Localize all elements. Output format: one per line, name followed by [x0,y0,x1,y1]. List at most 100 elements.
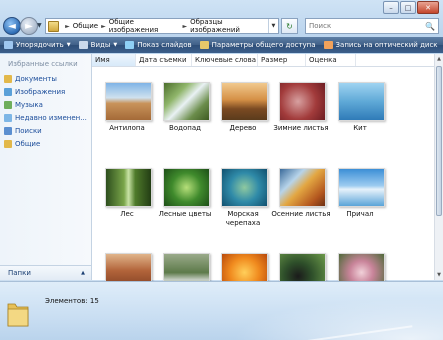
breadcrumb-separator: ► [182,22,188,30]
details-pane: Элементов: 15 [0,281,443,340]
column-header[interactable]: Дата съемки [136,54,192,66]
image-caption: Антилопа [109,124,145,132]
forward-button[interactable]: ► [20,17,38,35]
toolbar-button-label: Запись на оптический диск [335,41,438,49]
explorer-window: – □ ✕ ◄ ► ▼ ► Общие ► Общие изображения … [0,0,443,340]
toolbar-button[interactable]: Запись на оптический диск [320,37,442,53]
image-thumbnail[interactable] [163,82,210,121]
image-item[interactable]: Кит [331,82,387,142]
image-item[interactable]: Дерево [214,82,270,142]
favorite-link[interactable]: Музыка [4,98,87,111]
address-row: ◄ ► ▼ ► Общие ► Общие изображения ► Обра… [0,15,443,37]
image-item[interactable]: Антилопа [98,82,154,142]
maximize-button[interactable]: □ [400,1,416,14]
image-item[interactable]: Морская черепаха [214,168,270,228]
column-header[interactable]: Размер [258,54,306,66]
navigation-pane: Избранные ссылки Документы Изображения Муз… [0,54,92,280]
link-icon [4,100,12,109]
back-button[interactable]: ◄ [3,17,21,35]
image-thumbnail[interactable] [221,82,268,121]
favorite-link-label: Недавно изменен... [15,113,87,122]
organize-icon [4,41,13,49]
folders-bar[interactable]: Папки ▲ [0,265,91,280]
link-icon [4,139,12,148]
image-thumbnail[interactable] [279,168,326,207]
favorite-link[interactable]: Изображения [4,85,87,98]
image-caption: Осенние листья [271,210,331,218]
image-thumbnail[interactable] [105,82,152,121]
favorite-link[interactable]: Недавно изменен... [4,111,87,124]
recent-pages-dropdown[interactable]: ▼ [37,22,42,29]
vertical-scrollbar[interactable]: ▲ ▼ [434,54,443,280]
folder-icon [48,20,60,32]
address-bar[interactable]: ► Общие ► Общие изображения ► Образцы из… [45,18,279,34]
minimize-button[interactable]: – [383,1,399,14]
refresh-icon[interactable]: ↻ [281,18,298,34]
image-thumbnail[interactable] [221,168,268,207]
image-caption: Причал [346,210,374,218]
toolbar-button-label: Показ слайдов [137,41,192,49]
image-item[interactable]: Зимние листья [272,82,329,142]
search-icon[interactable]: 🔍 [423,19,437,33]
image-caption: Зимние листья [273,124,329,132]
link-icon [4,74,12,83]
command-toolbar: Упорядочить ▼ Виды ▼ Показ слайдов Параметры … [0,37,443,53]
chevron-up-icon: ▲ [81,270,85,276]
column-headers: Имя Дата съемки Ключевые слова Размер Оценка [92,54,435,67]
image-thumbnail[interactable] [105,168,152,207]
chevron-down-icon: ▼ [113,42,118,48]
window-controls: – □ ✕ [383,1,439,14]
file-view: Имя Дата съемки Ключевые слова Размер Оценка… [92,54,435,292]
image-item[interactable]: Лесные цветы [156,168,212,228]
toolbar-button[interactable]: Упорядочить ▼ [0,37,75,53]
column-header[interactable]: Имя [92,54,136,66]
burn-icon [323,41,333,49]
scroll-down-arrow[interactable]: ▼ [435,270,443,280]
breadcrumb-item[interactable]: Образцы изображений [190,18,268,34]
favorite-link[interactable]: Общие [4,137,87,150]
image-caption: Водопад [169,124,201,132]
breadcrumb-item[interactable]: Общие [73,22,98,30]
link-icon [4,113,12,122]
image-item[interactable]: Причал [331,168,387,228]
views-icon [78,41,88,49]
close-button[interactable]: ✕ [417,1,439,14]
toolbar-button-label: Параметры общего доступа [211,41,316,49]
image-thumbnail[interactable] [338,168,385,207]
search-input[interactable] [306,21,423,31]
image-item[interactable]: Лес [98,168,154,228]
image-thumbnail[interactable] [279,82,326,121]
item-count: Элементов: 15 [45,297,99,305]
favorite-link-label: Общие [15,139,41,148]
image-thumbnail[interactable] [338,82,385,121]
image-item[interactable]: Водопад [156,82,212,142]
image-thumbnail[interactable] [163,168,210,207]
toolbar-button[interactable]: Показ слайдов [121,37,195,53]
favorite-link[interactable]: Поиски [4,124,87,137]
link-icon [4,87,12,96]
favorite-link-label: Документы [15,74,57,83]
image-caption: Морская черепаха [225,210,261,227]
share-icon [199,41,209,49]
image-caption: Кит [353,124,367,132]
folders-label: Папки [8,269,31,277]
column-header[interactable]: Оценка [306,54,356,66]
folder-icon [7,303,29,327]
image-item[interactable]: Осенние листья [271,168,331,228]
image-caption: Дерево [229,124,257,132]
toolbar-button-label: Упорядочить [16,41,64,49]
image-caption: Лесные цветы [158,210,212,218]
column-header[interactable]: Ключевые слова [192,54,258,66]
address-dropdown[interactable]: ▼ [267,19,278,33]
search-box[interactable]: 🔍 [305,18,439,34]
scrollbar-thumb[interactable] [436,66,442,216]
favorite-link[interactable]: Документы [4,72,87,85]
favorite-links-list: Документы Изображения Музыка Недавно измене… [4,72,87,150]
scroll-up-arrow[interactable]: ▲ [435,54,443,64]
breadcrumb-item[interactable]: Общие изображения [109,18,180,34]
chevron-down-icon: ▼ [66,42,71,48]
link-icon [4,126,12,135]
toolbar-button[interactable]: Параметры общего доступа [196,37,320,53]
toolbar-button[interactable]: Виды ▼ [75,37,122,53]
slideshow-icon [125,41,135,49]
